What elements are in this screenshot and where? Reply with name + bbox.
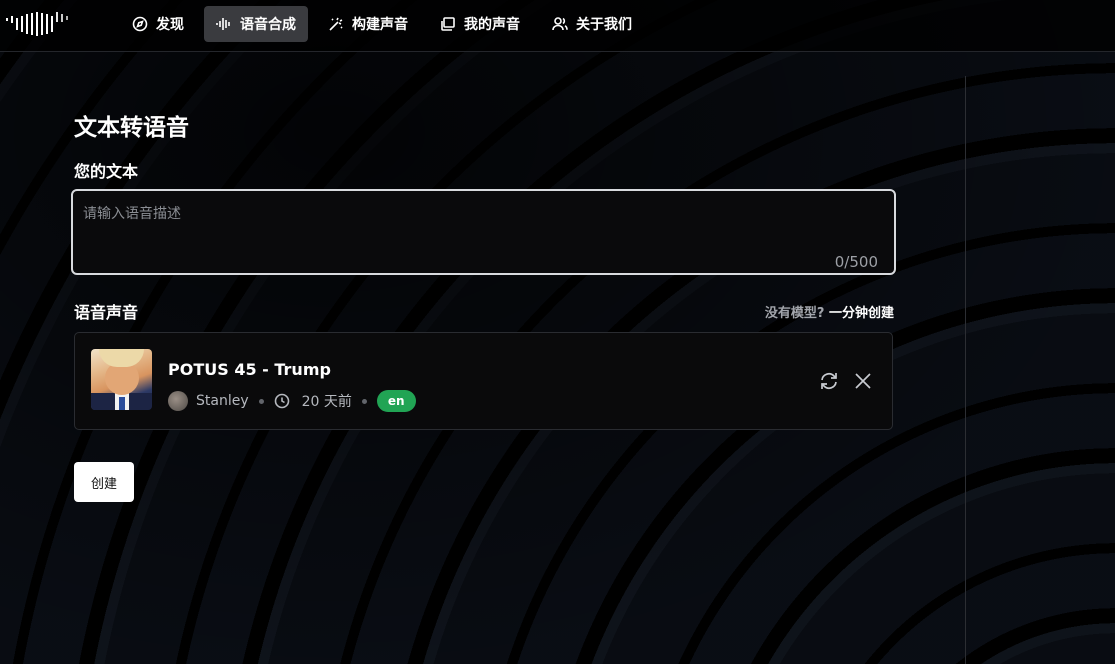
voice-time: 20 天前 (301, 394, 352, 410)
nav-item-label: 语音合成 (240, 17, 296, 33)
voice-card-actions (818, 370, 874, 392)
vertical-divider (965, 76, 966, 664)
voice-meta: Stanley 20 天前 en (168, 390, 416, 412)
voice-avatar (91, 349, 152, 410)
author-avatar (168, 391, 188, 411)
text-input[interactable] (83, 203, 863, 243)
users-icon (552, 17, 568, 31)
nav-item-discover[interactable]: 发现 (120, 6, 196, 42)
magic-wand-icon (329, 17, 343, 31)
page-title: 文本转语音 (74, 115, 189, 141)
language-badge: en (376, 390, 416, 412)
create-in-one-minute-link[interactable]: 一分钟创建 (829, 306, 894, 321)
nav-item-about-us[interactable]: 关于我们 (540, 6, 644, 42)
nav-item-build-voice[interactable]: 构建声音 (316, 6, 420, 42)
top-navigation-bar: 发现 语音合成 构建声音 我的声音 关于我们 (0, 0, 1115, 52)
refresh-icon[interactable] (818, 370, 840, 392)
nav-item-label: 构建声音 (352, 17, 408, 33)
main-nav: 发现 语音合成 构建声音 我的声音 关于我们 (120, 6, 652, 42)
character-counter: 0/500 (834, 253, 878, 271)
text-field-label: 您的文本 (74, 162, 139, 181)
create-button[interactable]: 创建 (74, 462, 134, 502)
voice-section-label: 语音声音 (74, 303, 139, 322)
voice-author: Stanley (196, 393, 249, 409)
nav-item-speech-synthesis[interactable]: 语音合成 (204, 6, 308, 42)
clock-icon (274, 393, 290, 409)
compass-icon (132, 16, 148, 32)
text-input-container: 0/500 (71, 189, 896, 275)
audio-waveform-icon (216, 18, 230, 30)
no-model-prompt: 没有模型? 一分钟创建 (765, 302, 894, 321)
close-icon[interactable] (852, 370, 874, 392)
selected-voice-card[interactable]: POTUS 45 - Trump Stanley 20 天前 en (74, 332, 893, 430)
folder-icon (441, 17, 455, 31)
logo-icon[interactable] (6, 12, 72, 36)
separator-dot (361, 398, 367, 404)
nav-item-my-voices[interactable]: 我的声音 (428, 6, 532, 42)
nav-item-label: 关于我们 (576, 17, 632, 33)
voice-name: POTUS 45 - Trump (168, 360, 331, 379)
nav-item-label: 我的声音 (464, 17, 520, 33)
separator-dot (258, 398, 264, 404)
nav-item-label: 发现 (156, 17, 184, 33)
no-model-text: 没有模型? (764, 306, 825, 321)
